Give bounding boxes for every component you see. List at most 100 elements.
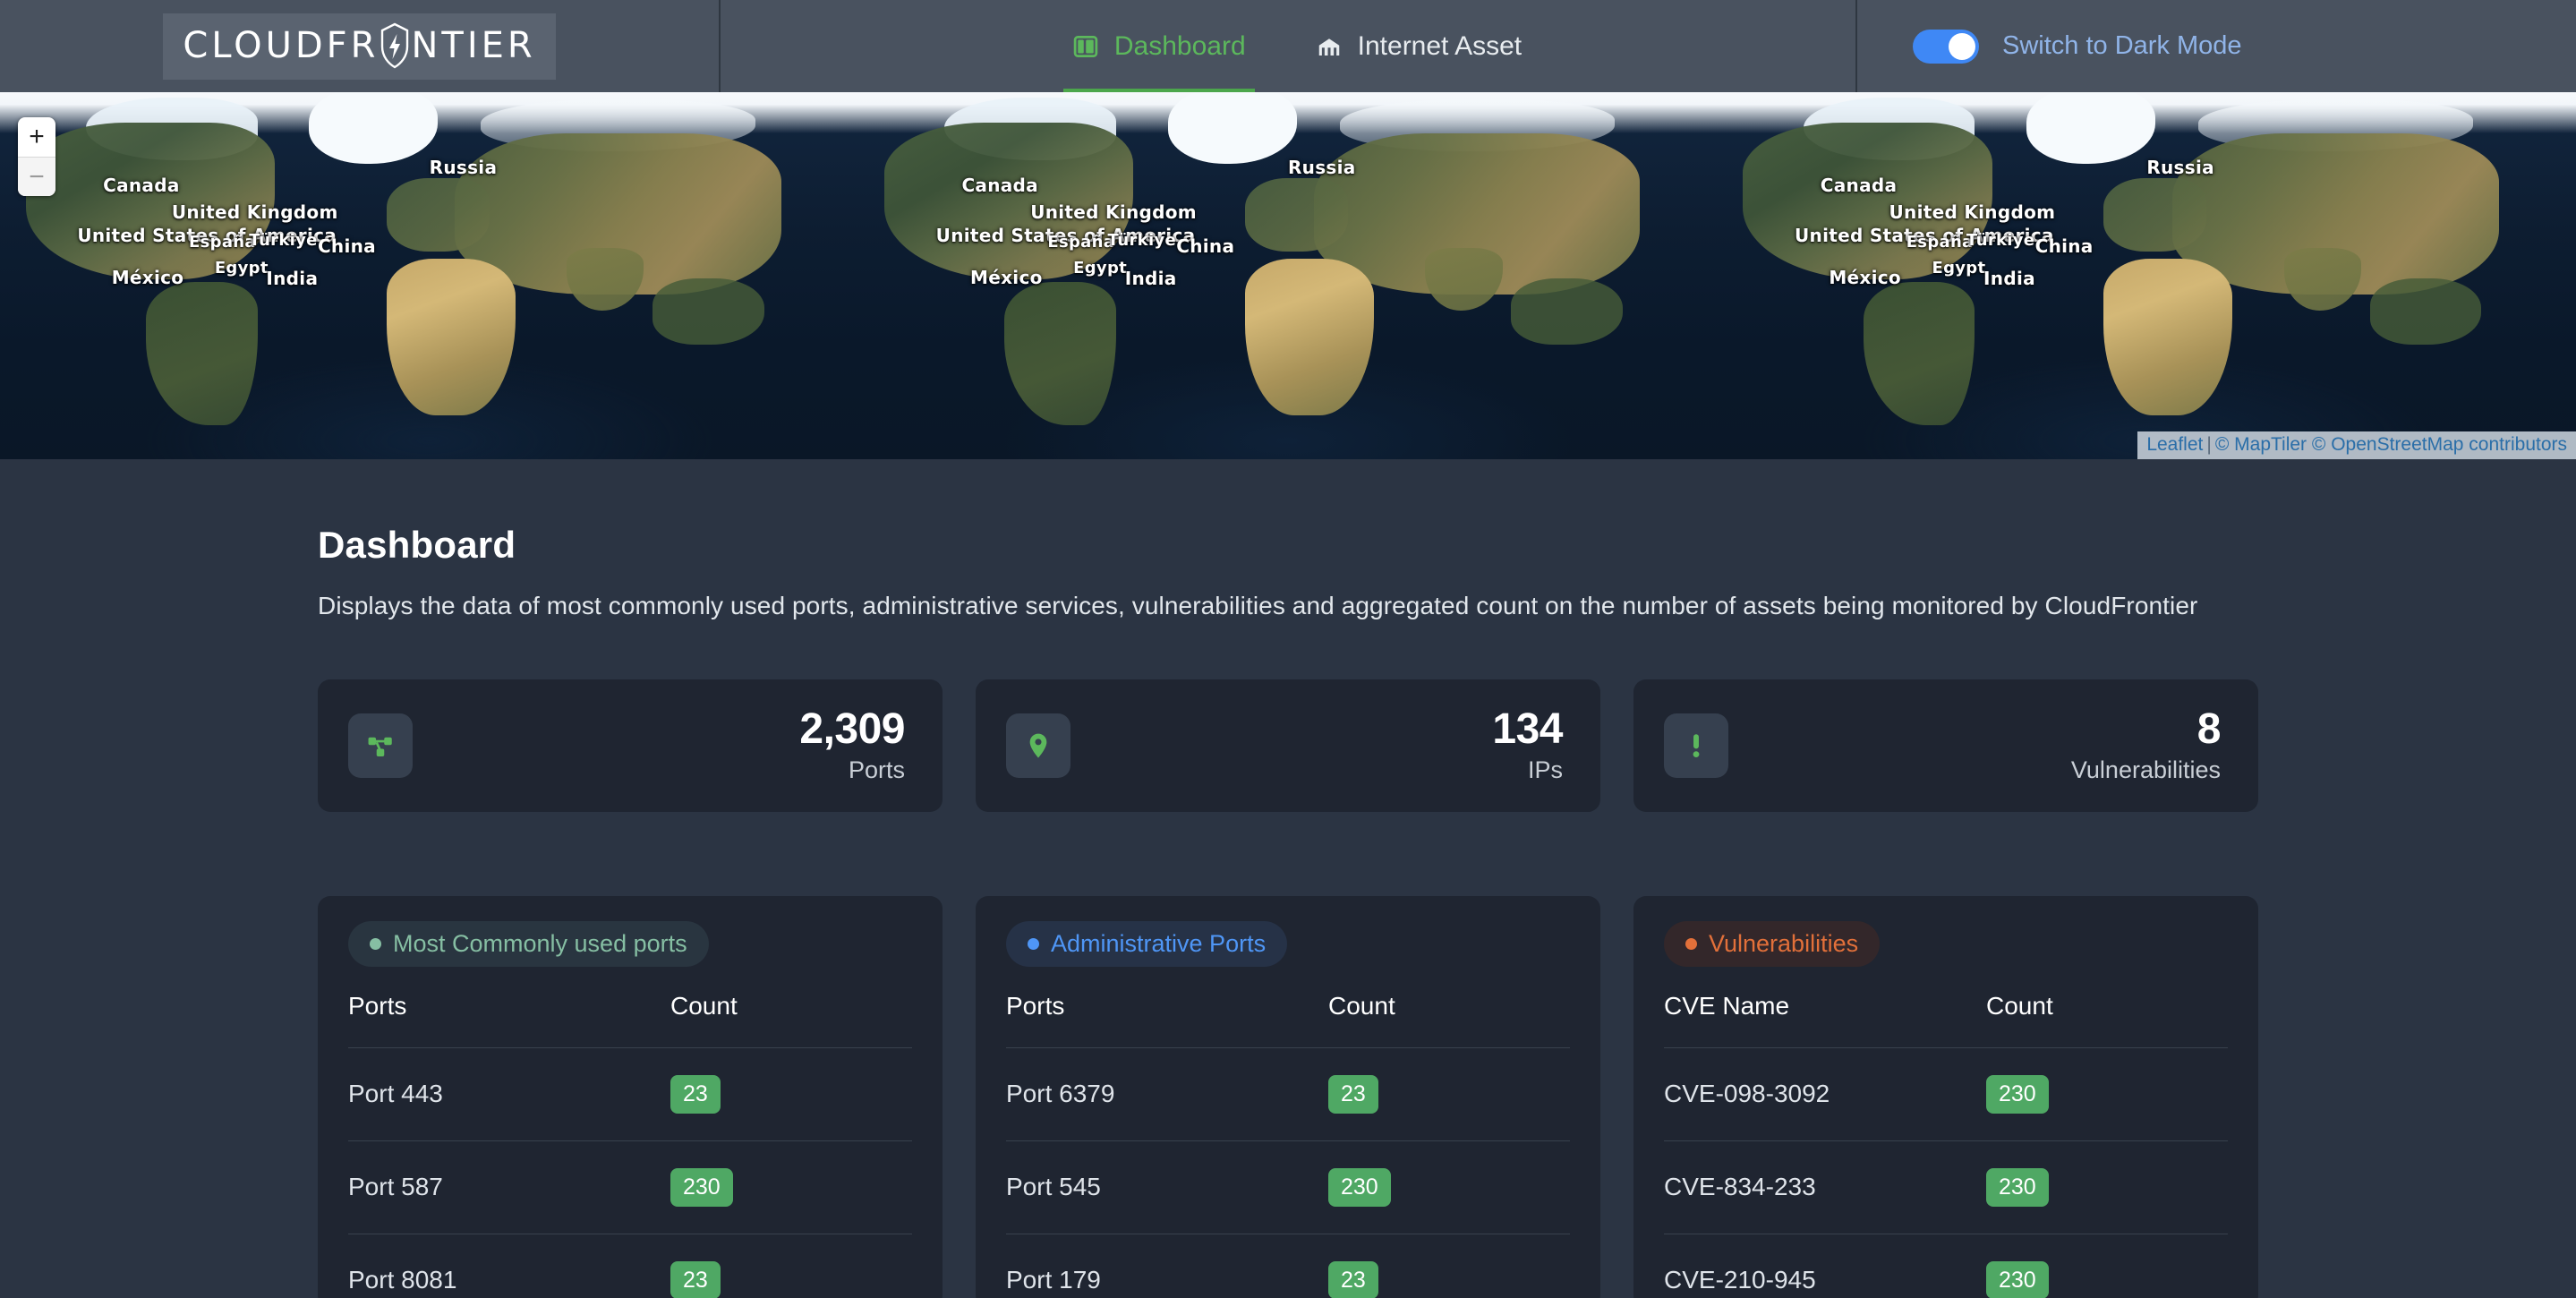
stat-text-ips: 134 IPs (1492, 706, 1563, 784)
cell-count: 23 (670, 1047, 912, 1141)
table-header-row: Ports Count (1006, 992, 1570, 1048)
map-label-russia: Russia (429, 157, 498, 178)
table-row[interactable]: CVE-210-945 230 (1664, 1233, 2228, 1298)
map-label-espana: España (189, 233, 256, 252)
map-label-egypt: Egypt (1073, 259, 1128, 278)
map-zoom-out-button[interactable]: − (18, 157, 55, 196)
stat-card-ports[interactable]: 2,309 Ports (318, 679, 943, 812)
stat-value-vulnerabilities: 8 (2196, 705, 2222, 754)
column-header-count: Count (1986, 992, 2053, 1020)
stat-card-ips[interactable]: 134 IPs (976, 679, 1600, 812)
map-land-africa (2103, 259, 2233, 415)
map-label-mexico: México (970, 267, 1043, 288)
panel-badge-label: Vulnerabilities (1709, 930, 1859, 957)
cell-cve-name: CVE-834-233 (1664, 1140, 1986, 1234)
column-header-ports: Ports (1006, 992, 1065, 1020)
panel-badge-administrative-ports[interactable]: Administrative Ports (1006, 921, 1288, 967)
maptiler-osm-link[interactable]: © MapTiler © OpenStreetMap contributors (2215, 434, 2567, 455)
map-zoom-in-button[interactable]: + (18, 117, 55, 157)
table-row[interactable]: Port 545 230 (1006, 1140, 1570, 1234)
map-label-russia: Russia (1287, 157, 1356, 178)
stat-value-ports: 2,309 (799, 705, 905, 754)
table-row[interactable]: Port 8081 23 (348, 1233, 912, 1298)
stat-label-vulnerabilities: Vulnerabilities (2070, 756, 2221, 783)
stat-text-ports: 2,309 Ports (799, 705, 905, 784)
header-right-zone: Switch to Dark Mode (1855, 0, 2576, 92)
table-row[interactable]: CVE-098-3092 230 (1664, 1047, 2228, 1141)
map-label-espana: España (1906, 233, 1974, 252)
cell-port-name: Port 179 (1006, 1233, 1328, 1298)
panel-badge-common-ports[interactable]: Most Commonly used ports (348, 921, 709, 967)
table-row[interactable]: CVE-834-233 230 (1664, 1140, 2228, 1234)
panel-administrative-ports: Administrative Ports Ports Count Port 63… (976, 896, 1600, 1298)
count-badge: 23 (1328, 1075, 1378, 1114)
cell-count: 23 (1328, 1047, 1570, 1141)
app-logo[interactable]: CLOUDFR NTIER (163, 13, 556, 80)
table-row[interactable]: Port 179 23 (1006, 1233, 1570, 1298)
table-row[interactable]: Port 6379 23 (1006, 1047, 1570, 1141)
map-label-mexico: México (1829, 267, 1901, 288)
map-land-southeast-asia (2369, 278, 2482, 345)
nav-item-internet-asset[interactable]: Internet Asset (1307, 0, 1531, 92)
logo-text-right: NTIER (411, 24, 536, 66)
panel-badge-label: Most Commonly used ports (393, 930, 687, 957)
map-label-china: China (2034, 235, 2094, 257)
map-label-china: China (1176, 235, 1235, 257)
count-badge: 23 (670, 1075, 721, 1114)
map-label-canada: Canada (103, 175, 180, 196)
status-dot-icon (1028, 938, 1039, 950)
leaflet-link[interactable]: Leaflet (2146, 434, 2203, 455)
panels-row: Most Commonly used ports Ports Count Por… (318, 896, 2258, 1298)
map-land-europe (2103, 178, 2207, 252)
column-header-count: Count (670, 992, 738, 1020)
map-land-europe (1245, 178, 1349, 252)
status-dot-icon (1685, 938, 1697, 950)
cell-count: 230 (1986, 1233, 2228, 1298)
count-badge: 23 (1328, 1260, 1378, 1298)
map-label-uk: United Kingdom (1889, 201, 2056, 223)
map-label-india: India (266, 268, 319, 289)
server-rack-icon (1316, 33, 1343, 60)
status-dot-icon (370, 938, 381, 950)
map-land-africa (1245, 259, 1374, 415)
map-label-canada: Canada (961, 175, 1038, 196)
attribution-separator: | (2206, 434, 2212, 455)
app-header: CLOUDFR NTIER Dashboard Internet Asset S… (0, 0, 2576, 92)
cell-port-name: Port 545 (1006, 1140, 1328, 1234)
map-label-egypt: Egypt (1932, 259, 1986, 278)
dark-mode-toggle-label[interactable]: Switch to Dark Mode (2002, 31, 2242, 61)
map-land-southeast-asia (653, 278, 764, 345)
nav-item-dashboard[interactable]: Dashboard (1062, 0, 1255, 92)
count-badge: 230 (670, 1167, 733, 1207)
stat-card-vulnerabilities[interactable]: 8 Vulnerabilities (1633, 679, 2258, 812)
main-nav: Dashboard Internet Asset (721, 0, 1855, 92)
map-label-russia: Russia (2146, 157, 2214, 178)
cell-count: 230 (1328, 1140, 1570, 1234)
map-zoom-controls: + − (18, 117, 55, 196)
stat-label-ports: Ports (848, 756, 905, 783)
cell-cve-name: CVE-210-945 (1664, 1233, 1986, 1298)
panel-badge-vulnerabilities[interactable]: Vulnerabilities (1664, 921, 1881, 967)
stat-label-ips: IPs (1527, 756, 1563, 783)
map-label-china: China (317, 235, 376, 257)
table-row[interactable]: Port 443 23 (348, 1047, 912, 1141)
column-header-cve-name: CVE Name (1664, 992, 1790, 1020)
nav-label-dashboard: Dashboard (1113, 30, 1246, 61)
cell-count: 230 (1986, 1140, 2228, 1234)
logo-text-left: CLOUDFR (183, 24, 380, 66)
count-badge: 23 (670, 1260, 721, 1298)
map-label-uk: United Kingdom (171, 201, 338, 223)
map-land-africa (386, 259, 516, 415)
cell-port-name: Port 8081 (348, 1233, 670, 1298)
dashboard-layout-icon (1072, 33, 1099, 60)
world-map[interactable]: Canada Russia United Kingdom United Stat… (0, 92, 2576, 459)
table-row[interactable]: Port 587 230 (348, 1140, 912, 1234)
column-header-ports: Ports (348, 992, 407, 1020)
dark-mode-toggle[interactable] (1913, 29, 1979, 64)
count-badge: 230 (1328, 1167, 1391, 1207)
map-label-turkiye: Türkiye (1966, 231, 2035, 250)
cell-port-name: Port 587 (348, 1140, 670, 1234)
panel-common-ports: Most Commonly used ports Ports Count Por… (318, 896, 943, 1298)
logo-zone: CLOUDFR NTIER (0, 0, 721, 92)
cell-count: 230 (1986, 1047, 2228, 1141)
